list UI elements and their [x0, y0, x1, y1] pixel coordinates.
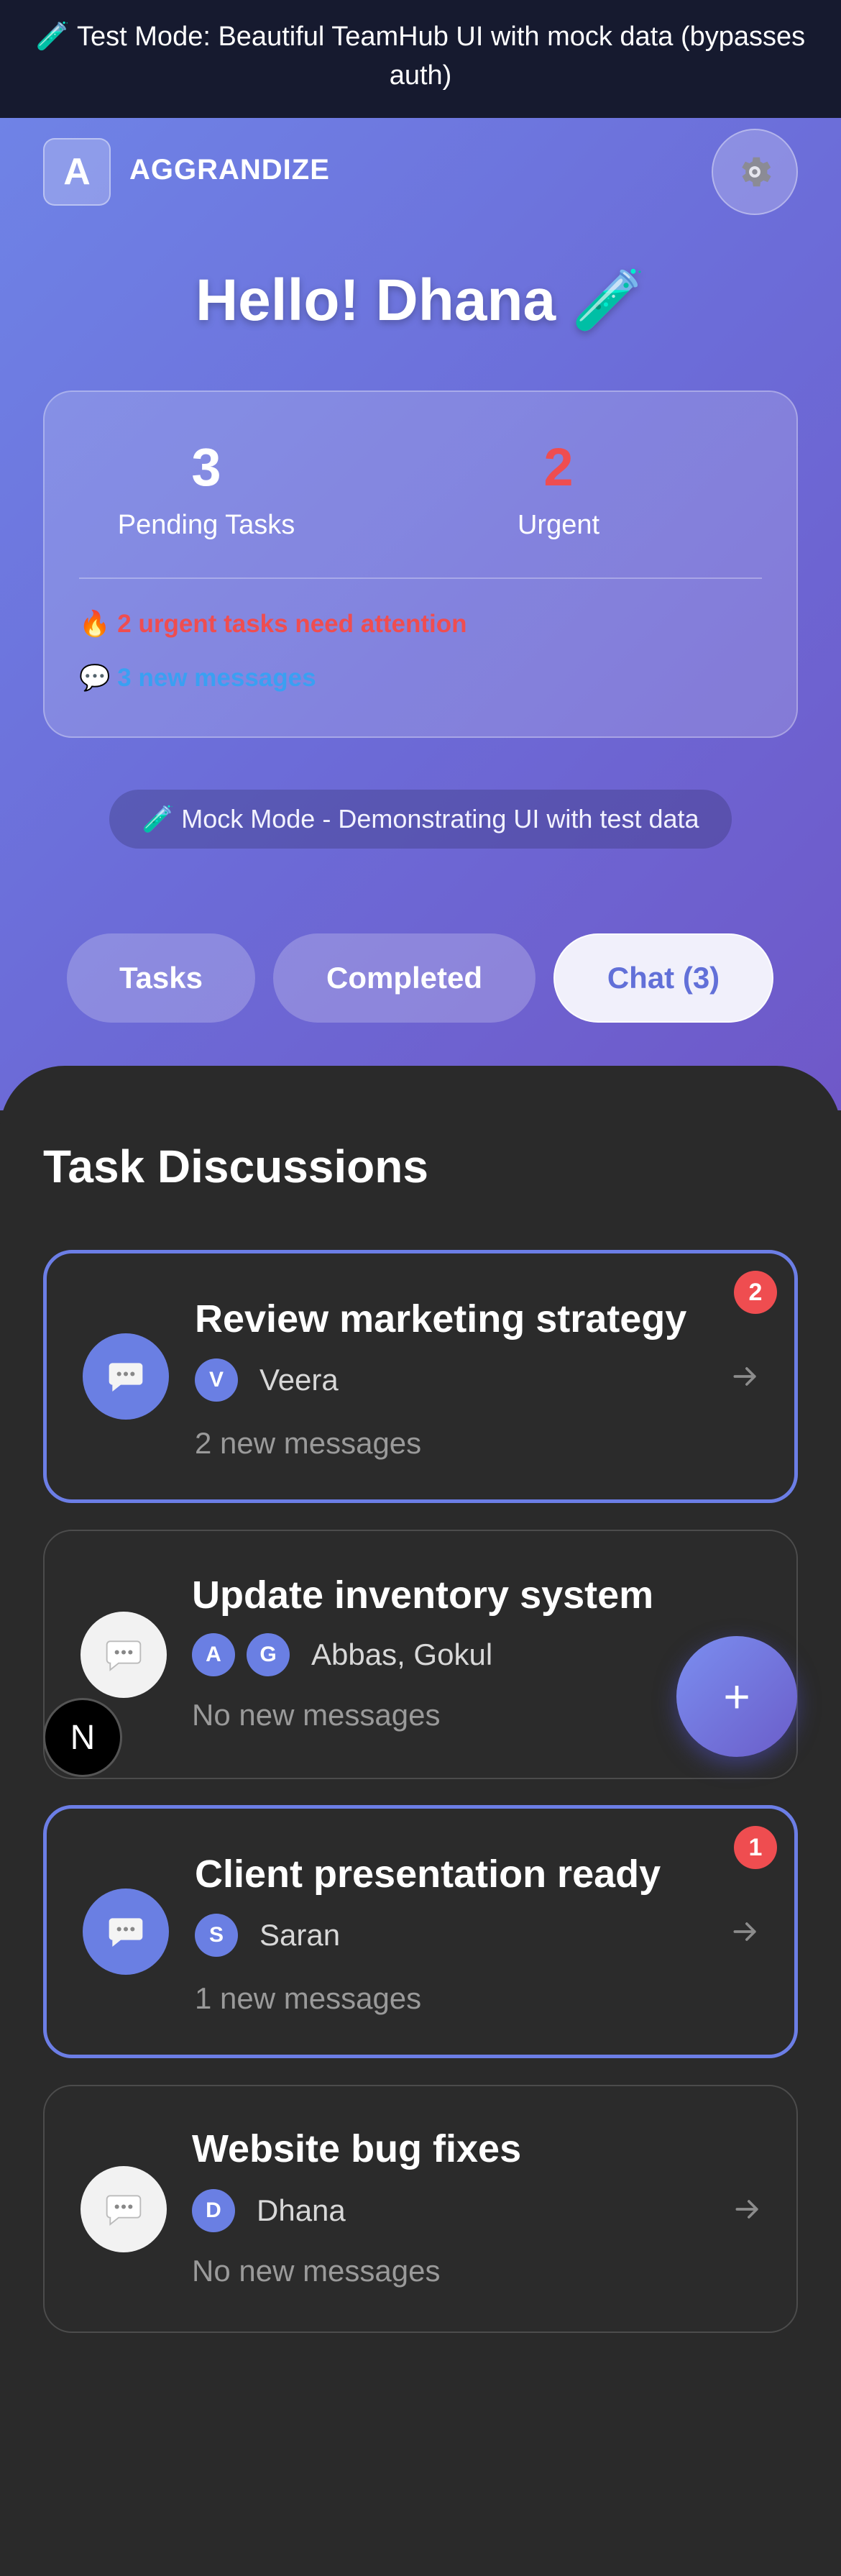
messages-alert: 💬 3 new messages — [79, 664, 316, 692]
mock-mode-notice: 🧪 Mock Mode - Demonstrating UI with test… — [109, 790, 732, 849]
participant-names: Dhana — [257, 2193, 346, 2227]
participant-names: Abbas, Gokul — [311, 1638, 493, 1671]
discussion-title: Review marketing strategy — [195, 1297, 687, 1340]
arrow-right-icon — [733, 1367, 756, 1386]
tab-completed[interactable]: Completed — [273, 933, 536, 1023]
discussion-card[interactable]: Client presentation ready S Saran 1 new … — [43, 1805, 798, 2058]
pending-stat: 3 Pending Tasks — [63, 435, 350, 541]
avatar: A — [192, 1633, 235, 1676]
pending-label: Pending Tasks — [117, 510, 295, 540]
chat-bubble-icon — [81, 1611, 167, 1698]
participants: V Veera — [195, 1358, 339, 1402]
test-mode-banner: 🧪 Test Mode: Beautiful TeamHub UI with m… — [0, 0, 841, 118]
chat-bubble-icon — [83, 1333, 169, 1420]
gear-icon — [742, 157, 771, 187]
avatar: D — [192, 2189, 235, 2232]
message-status: 1 new messages — [195, 1981, 422, 2015]
avatar: S — [195, 1914, 238, 1957]
discussion-card[interactable]: Website bug fixes D Dhana No new message… — [43, 2085, 798, 2333]
participants: A G Abbas, Gokul — [192, 1633, 492, 1676]
message-status: 2 new messages — [195, 1426, 422, 1460]
participant-names: Saran — [259, 1918, 341, 1952]
unread-badge: 1 — [734, 1826, 777, 1869]
brand-name: AGGRANDIZE — [129, 154, 330, 186]
participants: D Dhana — [192, 2189, 346, 2232]
dev-badge-label: N — [70, 1718, 96, 1757]
greeting-title: Hello! Dhana 🧪 — [195, 268, 646, 333]
pending-count: 3 — [191, 437, 221, 497]
add-task-button[interactable]: + — [676, 1636, 797, 1757]
urgent-count: 2 — [543, 437, 574, 497]
arrow-right-icon — [733, 1922, 756, 1941]
participant-names: Veera — [259, 1363, 339, 1397]
urgent-stat: 2 Urgent — [415, 435, 702, 541]
avatar: V — [195, 1358, 238, 1402]
stats-card: 3 Pending Tasks 2 Urgent 🔥 2 urgent task… — [43, 390, 798, 738]
tab-chat[interactable]: Chat (3) — [553, 933, 773, 1023]
discussion-title: Update inventory system — [192, 1574, 654, 1617]
avatar: G — [247, 1633, 290, 1676]
settings-button[interactable] — [712, 129, 798, 215]
urgent-alert: 🔥 2 urgent tasks need attention — [79, 610, 467, 638]
participants: S Saran — [195, 1914, 340, 1957]
message-status: No new messages — [192, 2254, 441, 2288]
urgent-label: Urgent — [517, 510, 600, 540]
unread-badge: 2 — [734, 1271, 777, 1314]
chat-bubble-icon — [81, 2165, 167, 2252]
plus-icon: + — [723, 1671, 750, 1722]
discussion-card[interactable]: Review marketing strategy V Veera 2 new … — [43, 1250, 798, 1503]
discussion-title: Website bug fixes — [192, 2127, 522, 2170]
message-status: No new messages — [192, 1698, 441, 1732]
arrow-right-icon — [735, 2199, 758, 2219]
discussion-card[interactable]: Update inventory system A G Abbas, Gokul… — [43, 1530, 798, 1779]
discussion-title: Client presentation ready — [195, 1853, 661, 1896]
section-title: Task Discussions — [43, 1141, 428, 1192]
dev-tools-button[interactable]: N — [43, 1698, 122, 1777]
app-logo: A — [43, 138, 111, 206]
stats-divider — [79, 577, 762, 579]
tab-tasks[interactable]: Tasks — [67, 933, 255, 1023]
chat-bubble-icon — [83, 1888, 169, 1975]
